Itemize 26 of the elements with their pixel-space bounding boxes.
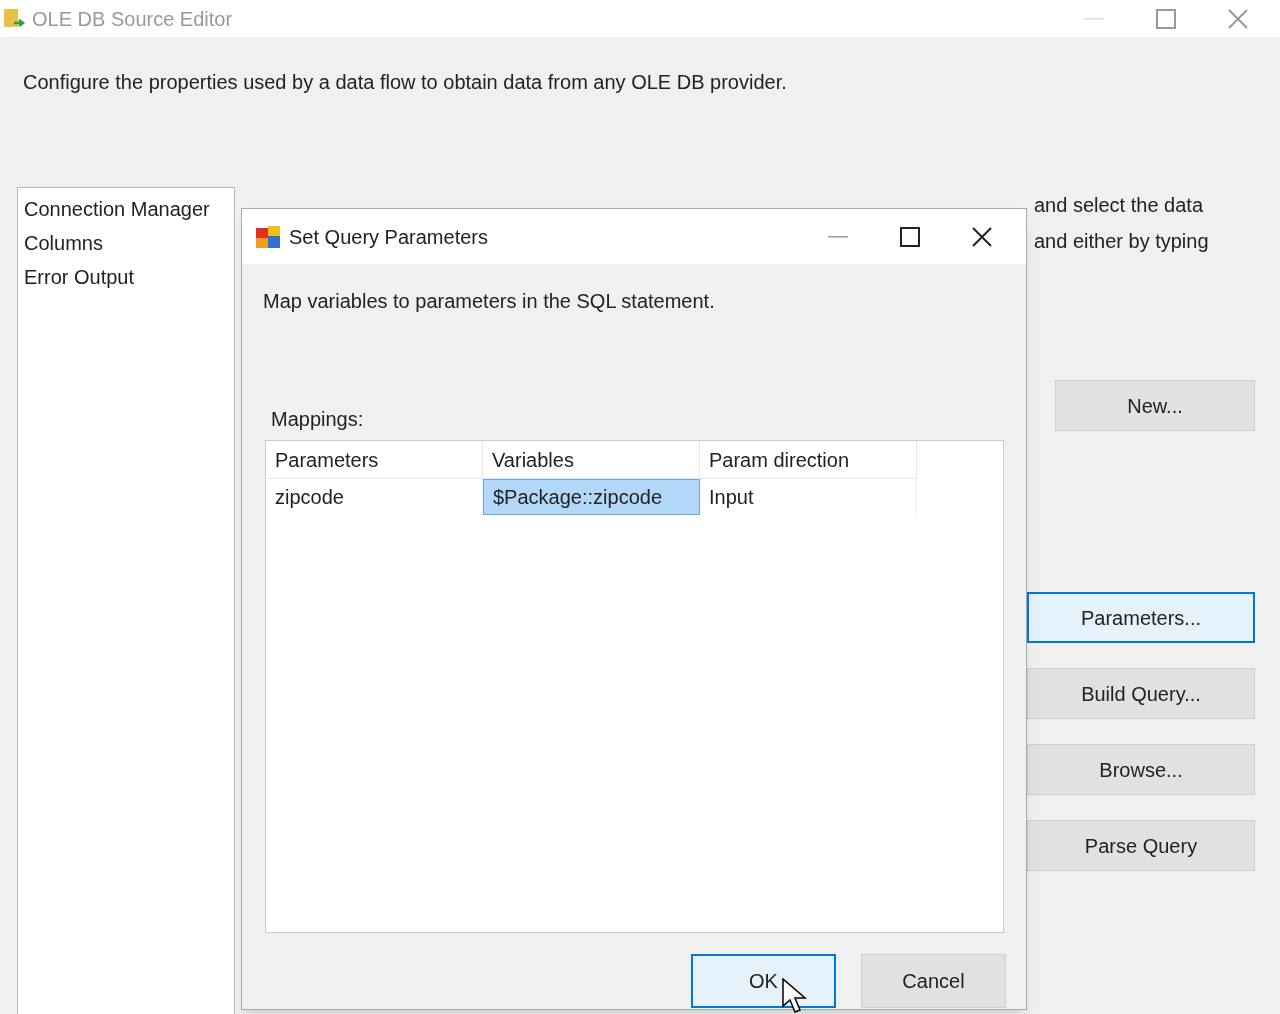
dialog-app-icon — [255, 224, 281, 249]
close-icon[interactable] — [972, 226, 992, 247]
dialog-button[interactable]: OK — [691, 954, 836, 1008]
maximize-icon[interactable] — [900, 226, 920, 247]
instruction-text: and select the data — [1034, 193, 1203, 218]
dialog-button[interactable]: Parse Query — [1027, 820, 1255, 871]
column-header[interactable]: Parameters — [266, 441, 483, 479]
window-description: Configure the properties used by a data flow to obtain data from any OLE DB provider. — [23, 70, 787, 95]
sidebar-item[interactable]: Columns — [24, 228, 103, 262]
dialog-button[interactable]: Browse... — [1027, 744, 1255, 795]
table-cell[interactable]: $Package::zipcode — [483, 479, 700, 515]
mappings-label: Mappings: — [271, 407, 364, 432]
column-header[interactable]: Param direction — [700, 441, 917, 479]
minimize-icon[interactable] — [828, 235, 848, 238]
mouse-pointer-icon — [782, 978, 808, 1014]
dialog-button[interactable]: New... — [1055, 380, 1255, 431]
dialog-button[interactable]: Cancel — [861, 954, 1006, 1008]
instruction-text: and either by typing — [1034, 229, 1209, 254]
dialog-title: Set Query Parameters — [289, 224, 488, 250]
dialog-description: Map variables to parameters in the SQL statement. — [263, 289, 715, 314]
sidebar-item[interactable]: Connection Manager — [24, 194, 210, 228]
window-title: OLE DB Source Editor — [32, 6, 233, 32]
dialog-button[interactable]: Parameters... — [1027, 592, 1255, 643]
table-cell[interactable]: Input — [700, 479, 917, 515]
dialog-button[interactable]: Build Query... — [1027, 668, 1255, 719]
sidebar-item[interactable]: Error Output — [24, 262, 135, 296]
